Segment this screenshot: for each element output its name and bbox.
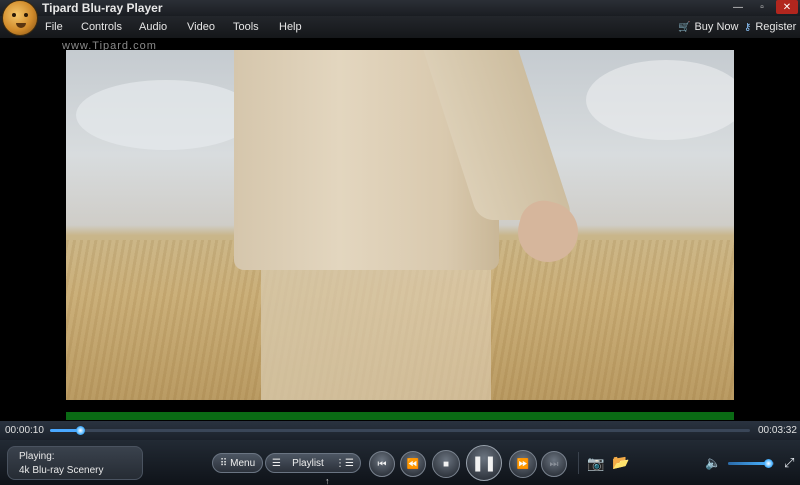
- now-playing-panel: Playing: 4k Blu-ray Scenery: [7, 446, 143, 480]
- divider: [578, 452, 579, 474]
- previous-chapter-icon: ⏮: [377, 458, 387, 470]
- title-bar: Tipard Blu-ray Player — ▫ ✕: [0, 0, 800, 36]
- menu-file[interactable]: File: [45, 21, 63, 33]
- playing-label: Playing:: [19, 451, 55, 462]
- next-chapter-button[interactable]: ⏭: [541, 451, 567, 477]
- buy-now-label: Buy Now: [694, 21, 739, 33]
- maximize-button[interactable]: ▫: [751, 0, 773, 14]
- video-area[interactable]: www.Tipard.com: [0, 38, 800, 420]
- menu-help[interactable]: Help: [279, 21, 302, 33]
- app-title: Tipard Blu-ray Player: [42, 1, 163, 15]
- cart-icon: 🛒: [678, 21, 691, 33]
- cursor-pointer-icon: ↑: [325, 476, 330, 485]
- key-icon: ⚷: [744, 21, 752, 33]
- register-label: Register: [755, 21, 797, 33]
- stop-button[interactable]: ■: [432, 450, 460, 478]
- disc-menu-button[interactable]: ⠿ Menu: [212, 453, 263, 473]
- seek-slider[interactable]: [50, 426, 750, 435]
- grid-dots-icon: ⠿: [219, 457, 228, 469]
- pause-button[interactable]: ❚❚: [466, 445, 502, 481]
- scene-cloud: [586, 60, 734, 140]
- fullscreen-icon[interactable]: ⤢: [784, 455, 794, 471]
- time-total: 00:03:32: [758, 425, 797, 436]
- folder-icon[interactable]: 📂: [612, 454, 629, 471]
- list-icon: ☰: [272, 457, 281, 469]
- menu-video[interactable]: Video: [187, 21, 215, 33]
- pause-icon: ❚❚: [471, 455, 497, 472]
- scene-person-legs: [261, 265, 491, 400]
- subtitle-bar: [66, 412, 734, 420]
- seek-bar: 00:00:10 00:03:32: [0, 421, 800, 440]
- menu-tools[interactable]: Tools: [233, 21, 259, 33]
- menu-controls[interactable]: Controls: [81, 21, 122, 33]
- register-link[interactable]: ⚷ Register: [744, 21, 796, 33]
- time-elapsed: 00:00:10: [5, 425, 44, 436]
- fast-forward-icon: ⏩: [516, 458, 530, 470]
- volume-slider[interactable]: [728, 459, 774, 468]
- video-frame[interactable]: [66, 50, 734, 400]
- menu-bar: File Controls Audio Video Tools Help 🛒 B…: [0, 16, 800, 38]
- buy-now-link[interactable]: 🛒 Buy Now: [678, 21, 738, 33]
- playlist-button[interactable]: ☰ Playlist ⋮☰: [265, 453, 361, 473]
- seek-handle[interactable]: [76, 426, 86, 435]
- menu-audio[interactable]: Audio: [139, 21, 167, 33]
- stop-icon: ■: [442, 458, 450, 470]
- playlist-toggle-icon[interactable]: ⋮☰: [335, 458, 354, 469]
- volume-handle[interactable]: [764, 459, 774, 468]
- close-button[interactable]: ✕: [776, 0, 798, 14]
- next-chapter-icon: ⏭: [549, 458, 559, 470]
- speaker-icon[interactable]: 🔈: [705, 455, 721, 471]
- rewind-button[interactable]: ⏪: [400, 451, 426, 477]
- scene-cloud: [76, 80, 256, 150]
- previous-chapter-button[interactable]: ⏮: [369, 451, 395, 477]
- fast-forward-button[interactable]: ⏩: [509, 450, 537, 478]
- playlist-button-label: Playlist: [292, 457, 324, 469]
- minimize-button[interactable]: —: [727, 0, 749, 14]
- menu-button-label: Menu: [230, 457, 256, 469]
- camera-icon[interactable]: 📷: [587, 455, 604, 472]
- playing-title: 4k Blu-ray Scenery: [19, 465, 104, 476]
- volume-fill: [728, 462, 769, 465]
- cheetah-logo-icon: [2, 0, 38, 36]
- control-bar: Playing: 4k Blu-ray Scenery ⠿ Menu ☰ Pla…: [0, 440, 800, 485]
- rewind-icon: ⏪: [406, 458, 420, 470]
